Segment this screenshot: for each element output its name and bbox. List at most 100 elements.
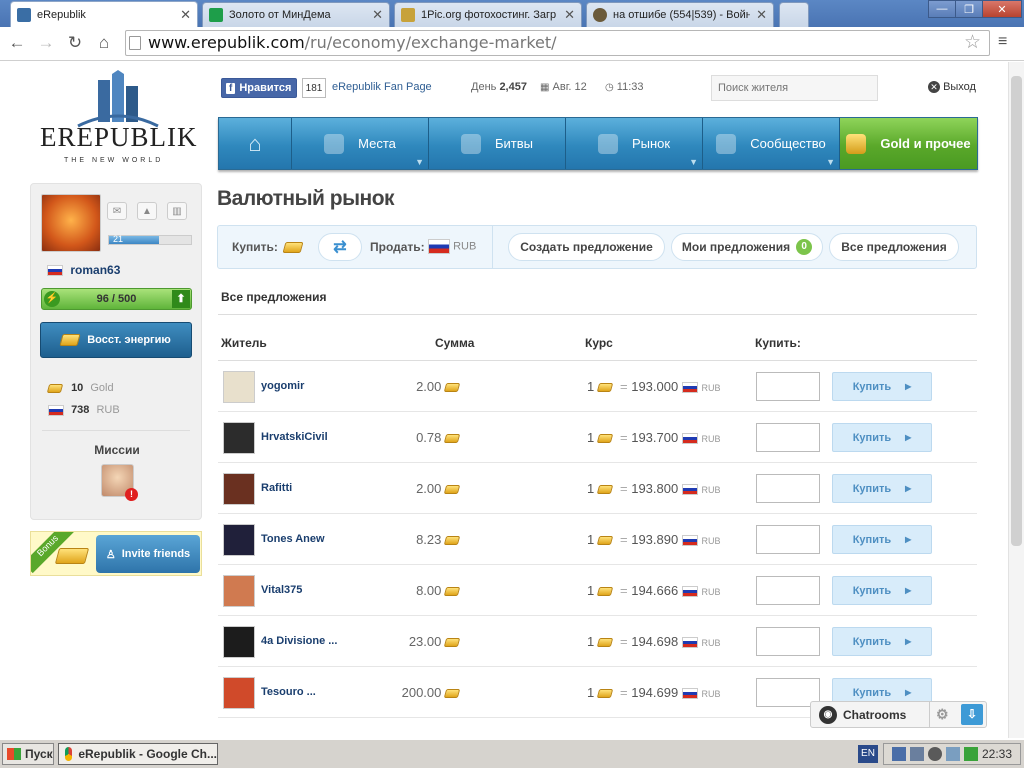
user-avatar[interactable]: [41, 194, 101, 252]
gold-icon: [596, 638, 614, 648]
buy-amount-input[interactable]: [756, 372, 820, 401]
address-bar[interactable]: www.erepublik.com/ru/economy/exchange-ma…: [125, 30, 990, 56]
citizen-avatar[interactable]: [223, 677, 255, 709]
buy-amount-input[interactable]: [756, 423, 820, 452]
logout-link[interactable]: ✕ Выход: [928, 81, 976, 93]
mail-icon[interactable]: ✉: [107, 202, 127, 220]
gold-icon: [46, 383, 64, 393]
back-icon[interactable]: ←: [6, 32, 28, 54]
nvidia-icon[interactable]: [964, 747, 978, 761]
invite-bonus-banner[interactable]: Bonus ♙ Invite friends: [30, 531, 202, 576]
language-indicator[interactable]: EN: [858, 745, 878, 763]
buy-button[interactable]: Купить ▶: [832, 372, 932, 401]
stats-icon[interactable]: ▥: [167, 202, 187, 220]
citizen-name-link[interactable]: Vital375: [261, 584, 302, 596]
menu-home[interactable]: ⌂: [219, 118, 292, 169]
alert-icon[interactable]: ▲: [137, 202, 157, 220]
buy-button[interactable]: Купить ▶: [832, 474, 932, 503]
fan-page-link[interactable]: eRepublik Fan Page: [332, 81, 432, 93]
logo-tagline: THE NEW WORLD: [64, 157, 164, 164]
create-offer-button[interactable]: Создать предложение: [508, 233, 665, 261]
display-icon[interactable]: [946, 747, 960, 761]
gold-bars-icon: [846, 133, 867, 154]
minimize-icon[interactable]: —: [928, 0, 956, 18]
maximize-icon[interactable]: ❐: [955, 0, 983, 18]
buy-button[interactable]: Купить ▶: [832, 576, 932, 605]
buy-button-label: Купить: [852, 635, 892, 648]
start-button[interactable]: Пуск: [2, 743, 54, 765]
close-tab-icon[interactable]: ✕: [564, 7, 575, 23]
volume-icon[interactable]: [928, 747, 942, 761]
rate-value: 193.700: [631, 430, 679, 445]
menu-community[interactable]: Сообщество ▼: [703, 118, 840, 169]
citizen-name-link[interactable]: HrvatskiCivil: [261, 431, 328, 443]
gold-currency-icon[interactable]: [282, 242, 304, 253]
citizen-avatar[interactable]: [223, 371, 255, 403]
swap-currencies-button[interactable]: ⇄: [318, 233, 362, 261]
citizen-name-link[interactable]: Tones Anew: [261, 533, 325, 545]
invite-friends-button[interactable]: ♙ Invite friends: [96, 535, 200, 573]
chrome-menu-icon[interactable]: ≡: [998, 33, 1007, 51]
restore-energy-button[interactable]: Восст. энергию: [40, 322, 192, 358]
citizen-avatar[interactable]: [223, 422, 255, 454]
rate-value-group: = 193.800 RUB: [620, 481, 720, 496]
menu-places[interactable]: Места ▼: [292, 118, 429, 169]
sell-currency[interactable]: RUB: [428, 239, 476, 254]
close-tab-icon[interactable]: ✕: [180, 7, 191, 23]
taskbar-chrome-window[interactable]: eRepublik - Google Ch...: [58, 743, 218, 765]
citizen-name-link[interactable]: Tesouro ...: [261, 686, 316, 698]
erepublik-logo[interactable]: EREPUBLIK THE NEW WORLD: [38, 70, 198, 170]
menu-label: Места: [358, 136, 396, 151]
scrollbar-thumb[interactable]: [1011, 76, 1022, 546]
tab-erepublik[interactable]: eRepublik ✕: [10, 1, 198, 28]
citizen-search-input[interactable]: [711, 75, 878, 101]
buy-button[interactable]: Купить ▶: [832, 627, 932, 656]
chatrooms-widget[interactable]: ◉ Chatrooms ⚙ ⇩: [810, 701, 987, 728]
facebook-like-button[interactable]: f Нравится: [221, 78, 297, 98]
citizen-name-link[interactable]: yogomir: [261, 380, 304, 392]
buy-button-label: Купить: [852, 533, 892, 546]
mission-avatar[interactable]: !: [101, 464, 138, 501]
citizen-avatar[interactable]: [223, 473, 255, 505]
monitor-icon[interactable]: [910, 747, 924, 761]
citizen-avatar[interactable]: [223, 524, 255, 556]
reload-icon[interactable]: ↻: [64, 32, 86, 54]
buy-amount-input[interactable]: [756, 474, 820, 503]
gold-icon: [443, 383, 461, 393]
menu-market[interactable]: Рынок ▼: [566, 118, 703, 169]
new-tab-button[interactable]: [779, 2, 809, 27]
my-offers-label: Мои предложения: [681, 240, 791, 254]
collapse-icon[interactable]: ⇩: [961, 704, 983, 725]
settings-icon[interactable]: ⚙: [936, 706, 949, 723]
date-value: Авг. 12: [552, 81, 587, 93]
equals-sign: =: [620, 685, 628, 700]
forward-icon[interactable]: →: [35, 32, 57, 54]
citizen-name-link[interactable]: Rafitti: [261, 482, 292, 494]
citizen-avatar[interactable]: [223, 575, 255, 607]
buy-button[interactable]: Купить ▶: [832, 423, 932, 452]
close-tab-icon[interactable]: ✕: [372, 7, 383, 23]
sell-currency-label: Продать:: [370, 240, 425, 254]
tab-battle[interactable]: на отшибе (554|539) - Войн ✕: [586, 2, 774, 27]
buy-amount-input[interactable]: [756, 627, 820, 656]
bookmark-star-icon[interactable]: ☆: [964, 31, 981, 54]
arrow-up-icon[interactable]: ⬆: [172, 290, 190, 308]
close-window-icon[interactable]: ✕: [982, 0, 1022, 18]
buy-button[interactable]: Купить ▶: [832, 525, 932, 554]
close-tab-icon[interactable]: ✕: [756, 7, 767, 23]
home-icon[interactable]: ⌂: [93, 32, 115, 54]
menu-battles[interactable]: Битвы: [429, 118, 566, 169]
buy-amount-input[interactable]: [756, 576, 820, 605]
buy-amount-input[interactable]: [756, 525, 820, 554]
tab-gold[interactable]: Золото от МинДема ✕: [202, 2, 390, 27]
network-icon[interactable]: [892, 747, 906, 761]
all-offers-button[interactable]: Все предложения: [829, 233, 959, 261]
citizen-name-link[interactable]: 4a Divisione ...: [261, 635, 337, 647]
equals-sign: =: [620, 634, 628, 649]
page-scrollbar[interactable]: [1008, 62, 1024, 738]
tab-1pic[interactable]: 1Pic.org фотохостинг. Загр ✕: [394, 2, 582, 27]
my-offers-button[interactable]: Мои предложения 0: [671, 233, 823, 261]
username-link[interactable]: roman63: [70, 263, 120, 277]
citizen-avatar[interactable]: [223, 626, 255, 658]
menu-gold[interactable]: Gold и прочее: [840, 118, 977, 169]
